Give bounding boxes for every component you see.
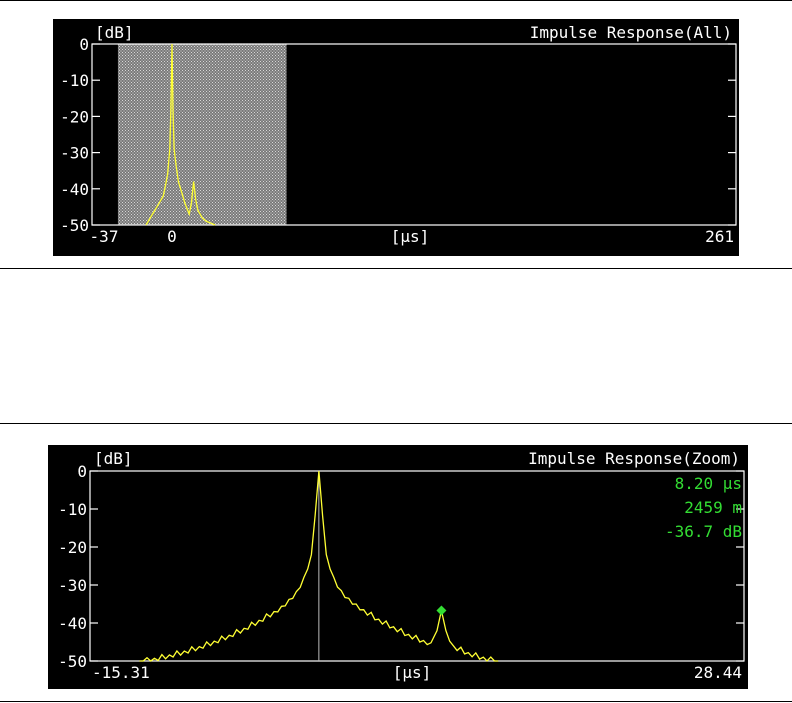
x-min-label: -15.31 <box>92 663 150 682</box>
x-max-label: 28.44 <box>694 663 742 682</box>
y-tick-label: -50 <box>60 216 89 235</box>
y-tick-label: -20 <box>60 107 89 126</box>
y-axis-label: [dB] <box>94 449 133 468</box>
y-tick-label: -40 <box>58 614 87 633</box>
readout-line-1: 2459 m <box>684 498 742 517</box>
y-tick-label: -50 <box>58 652 87 671</box>
separator-2 <box>0 423 792 424</box>
separator-1 <box>0 268 792 269</box>
y-tick-label: 0 <box>79 35 89 54</box>
impulse-zoom-panel: 0 -10 -20 -30 -40 -50 [dB] Impulse Response(Zoo… <box>48 445 748 689</box>
plot-frame <box>89 470 745 662</box>
chart-title: Impulse Response(All) <box>530 23 732 42</box>
peak-marker <box>436 605 447 616</box>
y-tick-label: -30 <box>58 576 87 595</box>
x-zero-label: 0 <box>167 227 177 246</box>
y-tick-label: -10 <box>58 500 87 519</box>
y-tick-label: -20 <box>58 538 87 557</box>
zoom-window-region <box>117 44 287 225</box>
x-max-label: 261 <box>705 227 734 246</box>
impulse-all-panel: 0 -10 -20 -30 -40 -50 [dB] Impulse Response(All… <box>53 19 739 256</box>
y-tick-label: -10 <box>60 71 89 90</box>
y-axis-label: [dB] <box>95 23 134 42</box>
y-tick-label: -40 <box>60 180 89 199</box>
readout-line-0: 8.20 µs <box>675 474 742 493</box>
x-min-label: -37 <box>90 227 119 246</box>
impulse-all-chart: 0 -10 -20 -30 -40 -50 [dB] Impulse Response(All… <box>60 23 737 246</box>
x-axis-label: [µs] <box>391 227 430 246</box>
readout-line-2: -36.7 dB <box>665 522 742 541</box>
impulse-zoom-chart: 0 -10 -20 -30 -40 -50 [dB] Impulse Response(Zoo… <box>58 449 745 682</box>
chart-title: Impulse Response(Zoom) <box>528 449 740 468</box>
x-axis-label: [µs] <box>393 663 432 682</box>
separator-top <box>0 0 792 1</box>
y-tick-label: -30 <box>60 144 89 163</box>
y-tick-label: 0 <box>77 462 87 481</box>
separator-bottom <box>0 701 792 702</box>
